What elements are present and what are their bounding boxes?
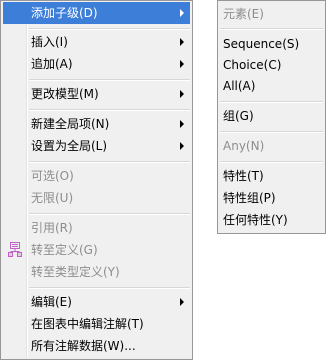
menu-item-label: 无限(U) <box>31 191 74 205</box>
menu-item-label: 特性(T) <box>223 169 264 183</box>
menu-item-label: 转至定义(G) <box>31 243 98 257</box>
menu-separator <box>29 28 190 30</box>
menu-separator <box>29 161 190 163</box>
menu-item-label: 更改模型(M) <box>31 87 99 101</box>
menu-item-label: 组(G) <box>223 109 254 123</box>
menu-separator <box>220 161 323 163</box>
submenu-arrow-icon <box>180 90 184 98</box>
menu-item-label: 转至类型定义(Y) <box>31 265 120 279</box>
menu-item-label: 特性组(P) <box>223 191 276 205</box>
menu-item-optional[interactable]: 可选(O) <box>3 165 190 187</box>
menu-separator <box>29 109 190 111</box>
submenu-item-sequence[interactable]: Sequence(S) <box>220 33 323 55</box>
menu-item-label: 设置为全局(L) <box>31 139 108 153</box>
menu-item-edit[interactable]: 编辑(E) <box>3 291 190 313</box>
submenu-arrow-icon <box>180 142 184 150</box>
submenu-item-group[interactable]: 组(G) <box>220 105 323 127</box>
submenu-arrow-icon <box>180 9 184 17</box>
menu-separator <box>29 213 190 215</box>
menu-item-edit-annotation-in-diagram[interactable]: 在图表中编辑注解(T) <box>3 313 190 335</box>
menu-separator <box>29 287 190 289</box>
submenu-item-choice[interactable]: Choice(C) <box>220 54 323 76</box>
menu-item-label: 添加子级(D) <box>31 6 98 20</box>
menu-item-go-to-type-definition[interactable]: 转至类型定义(Y) <box>3 261 190 283</box>
go-to-definition-icon <box>7 242 23 258</box>
menu-item-label: 新建全局项(N) <box>31 117 110 131</box>
menu-item-insert[interactable]: 插入(I) <box>3 31 190 53</box>
submenu-arrow-icon <box>180 298 184 306</box>
menu-item-add-child[interactable]: 添加子级(D) <box>3 2 190 24</box>
submenu-item-any[interactable]: Any(N) <box>220 135 323 157</box>
menu-item-append[interactable]: 追加(A) <box>3 53 190 75</box>
menu-item-label: 编辑(E) <box>31 295 72 309</box>
menu-separator <box>220 131 323 133</box>
menu-separator <box>29 79 190 81</box>
menu-item-label: Any(N) <box>223 139 265 153</box>
submenu-arrow-icon <box>180 120 184 128</box>
menu-item-label: 可选(O) <box>31 169 74 183</box>
menu-item-unbounded[interactable]: 无限(U) <box>3 187 190 209</box>
menu-item-label: All(A) <box>223 79 256 93</box>
menu-item-set-as-global[interactable]: 设置为全局(L) <box>3 135 190 157</box>
menu-item-label: 所有注解数据(W)... <box>31 339 136 353</box>
menu-item-label: 在图表中编辑注解(T) <box>31 317 144 331</box>
menu-item-go-to-definition[interactable]: 转至定义(G) <box>3 239 190 261</box>
menu-item-change-model[interactable]: 更改模型(M) <box>3 83 190 105</box>
submenu-item-all[interactable]: All(A) <box>220 75 323 97</box>
menu-item-label: Sequence(S) <box>223 37 300 51</box>
menu-separator <box>220 101 323 103</box>
submenu-item-attribute[interactable]: 特性(T) <box>220 165 323 187</box>
menu-item-label: 引用(R) <box>31 221 73 235</box>
add-child-submenu: 元素(E) Sequence(S) Choice(C) All(A) 组(G) … <box>217 0 326 234</box>
menu-item-label: 插入(I) <box>31 35 68 49</box>
menu-item-label: 追加(A) <box>31 57 73 71</box>
submenu-arrow-icon <box>180 60 184 68</box>
submenu-item-element[interactable]: 元素(E) <box>220 3 323 25</box>
menu-item-new-global[interactable]: 新建全局项(N) <box>3 113 190 135</box>
submenu-item-attribute-group[interactable]: 特性组(P) <box>220 187 323 209</box>
submenu-item-any-attribute[interactable]: 任何特性(Y) <box>220 209 323 231</box>
menu-item-label: 元素(E) <box>223 7 264 21</box>
menu-item-all-annotation-data[interactable]: 所有注解数据(W)... <box>3 335 190 357</box>
submenu-arrow-icon <box>180 38 184 46</box>
menu-item-label: Choice(C) <box>223 58 282 72</box>
menu-item-label: 任何特性(Y) <box>223 213 288 227</box>
context-menu: 添加子级(D) 插入(I) 追加(A) 更改模型(M) 新建全局项(N) 设置为… <box>0 0 193 360</box>
menu-separator <box>220 28 323 30</box>
menu-item-reference[interactable]: 引用(R) <box>3 217 190 239</box>
